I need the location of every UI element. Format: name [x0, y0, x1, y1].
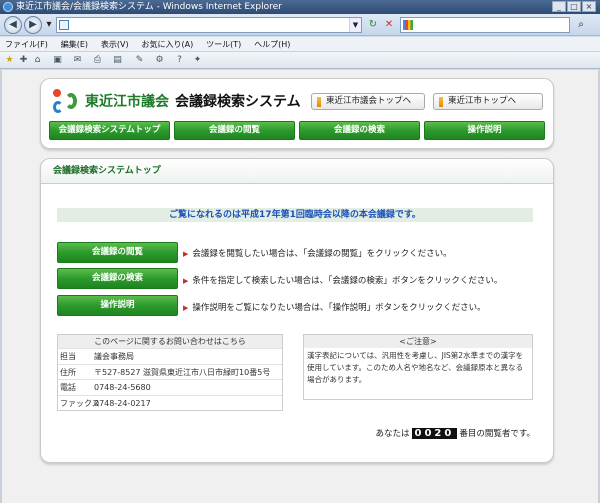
- favorites-star-icon[interactable]: ★: [4, 55, 15, 66]
- page-icon: [59, 20, 69, 30]
- menu-file[interactable]: ファイル(F): [0, 37, 53, 52]
- forward-arrow-icon[interactable]: ▶: [24, 16, 42, 34]
- org-name: 東近江市議会: [85, 94, 169, 110]
- menu-favorites[interactable]: お気に入り(A): [136, 37, 198, 52]
- address-input[interactable]: ▼: [56, 17, 362, 33]
- maximize-button[interactable]: □: [567, 1, 581, 12]
- menu-edit[interactable]: 編集(E): [56, 37, 93, 52]
- contact-row: 担当 議会事務局: [58, 348, 282, 364]
- caution-text: 漢字表記については、汎用性を考慮し、JIS第2水準までの漢字を使用しています。こ…: [307, 351, 524, 384]
- window-title: 東近江市議会/会議録検索システム - Windows Internet Expl…: [16, 2, 282, 12]
- back-arrow-icon[interactable]: ◀: [4, 16, 22, 34]
- menu-tools[interactable]: ツール(T): [201, 37, 246, 52]
- minimize-button[interactable]: _: [552, 1, 566, 12]
- counter-digits: 0020: [411, 428, 458, 439]
- tab-help[interactable]: 操作説明: [424, 121, 545, 140]
- contact-row: 住所 〒527-8527 滋賀県東近江市八日市緑町10番5号: [58, 363, 282, 380]
- menu-view[interactable]: 表示(V): [96, 37, 134, 52]
- add-favorite-icon[interactable]: ✚: [18, 55, 29, 66]
- contact-title: このページに関するお問い合わせはこちら: [58, 335, 282, 348]
- search-icon[interactable]: ⌕: [574, 18, 588, 32]
- history-dropdown-icon[interactable]: ▾: [42, 18, 56, 32]
- command-bar: ★ ✚ ⌂ ▣ ✉ ⎙ ▤ ✎ ⚙ ? ✦: [0, 52, 600, 69]
- research-icon[interactable]: ✦: [192, 55, 203, 66]
- link-marker-icon: [317, 97, 321, 107]
- tab-search[interactable]: 会議録の検索: [299, 121, 420, 140]
- help-icon[interactable]: ?: [174, 55, 185, 66]
- close-window-button[interactable]: ×: [582, 1, 596, 12]
- menu-bar: ファイル(F) 編集(E) 表示(V) お気に入り(A) ツール(T) ヘルプ(…: [0, 37, 600, 52]
- ie-icon: [3, 2, 13, 12]
- address-toolbar: ◀ ▶ ▾ ▼ ↻ ✕ ⌕: [0, 14, 600, 36]
- google-icon: [403, 20, 413, 30]
- address-dropdown-icon[interactable]: ▼: [349, 18, 361, 32]
- feeds-icon[interactable]: ▣: [52, 55, 63, 66]
- window-titlebar: 東近江市議会/会議録検索システム - Windows Internet Expl…: [0, 0, 600, 14]
- page-title: 会議録検索システムトップ: [41, 159, 553, 184]
- visitor-counter: あなたは 0020 番目の閲覧者です。: [375, 428, 535, 439]
- system-name: 会議録検索システム: [175, 94, 301, 110]
- page-viewport: 東近江市議会 会議録検索システム 東近江市議会トップへ 東近江市トップへ 会議録…: [0, 70, 600, 503]
- help-description: ▶ 操作説明をご覧になりたい場合は、「操作説明」ボタンをクリックください。: [183, 303, 486, 313]
- print-icon[interactable]: ⎙: [92, 55, 103, 66]
- city-logo: [51, 87, 79, 115]
- city-top-link[interactable]: 東近江市トップへ: [433, 93, 543, 110]
- page-menu-icon[interactable]: ▤: [112, 55, 123, 66]
- main-nav: 会議録検索システムトップ 会議録の閲覧 会議録の検索 操作説明: [49, 121, 545, 140]
- edit-icon[interactable]: ✎: [134, 55, 145, 66]
- tab-system-top[interactable]: 会議録検索システムトップ: [49, 121, 170, 140]
- contact-box: このページに関するお問い合わせはこちら 担当 議会事務局 住所 〒527-852…: [57, 334, 283, 411]
- refresh-icon[interactable]: ↻: [366, 18, 380, 32]
- council-top-link[interactable]: 東近江市議会トップへ: [311, 93, 425, 110]
- help-button[interactable]: 操作説明: [57, 295, 178, 316]
- bullet-triangle-icon: ▶: [183, 277, 189, 285]
- tools-gear-icon[interactable]: ⚙: [154, 55, 165, 66]
- browse-description: ▶ 会議録を閲覧したい場合は、「会議録の閲覧」をクリックください。: [183, 249, 452, 259]
- main-panel: 会議録検索システムトップ ご覧になれるのは平成17年第1回臨時会以降の本会議録で…: [40, 158, 554, 463]
- browse-button[interactable]: 会議録の閲覧: [57, 242, 178, 263]
- tab-browse[interactable]: 会議録の閲覧: [174, 121, 295, 140]
- search-description: ▶ 条件を指定して検索したい場合は、「会議録の検索」ボタンをクリックください。: [183, 276, 503, 286]
- search-button[interactable]: 会議録の検索: [57, 268, 178, 289]
- contact-row: 電話 0748-24-5680: [58, 379, 282, 395]
- availability-notice: ご覧になれるのは平成17年第1回臨時会以降の本会議録です。: [57, 208, 533, 222]
- caution-title: <ご注意>: [304, 335, 532, 348]
- stop-icon[interactable]: ✕: [382, 18, 396, 32]
- site-header: 東近江市議会 会議録検索システム 東近江市議会トップへ 東近江市トップへ 会議録…: [40, 78, 554, 149]
- search-input[interactable]: [400, 17, 570, 33]
- bullet-triangle-icon: ▶: [183, 304, 189, 312]
- home-icon[interactable]: ⌂: [32, 55, 43, 66]
- menu-help[interactable]: ヘルプ(H): [249, 37, 295, 52]
- mail-icon[interactable]: ✉: [72, 55, 83, 66]
- bullet-triangle-icon: ▶: [183, 250, 189, 258]
- contact-row: ファックス 0748-24-0217: [58, 394, 282, 411]
- link-marker-icon: [439, 97, 443, 107]
- caution-box: <ご注意> 漢字表記については、汎用性を考慮し、JIS第2水準までの漢字を使用し…: [303, 334, 533, 400]
